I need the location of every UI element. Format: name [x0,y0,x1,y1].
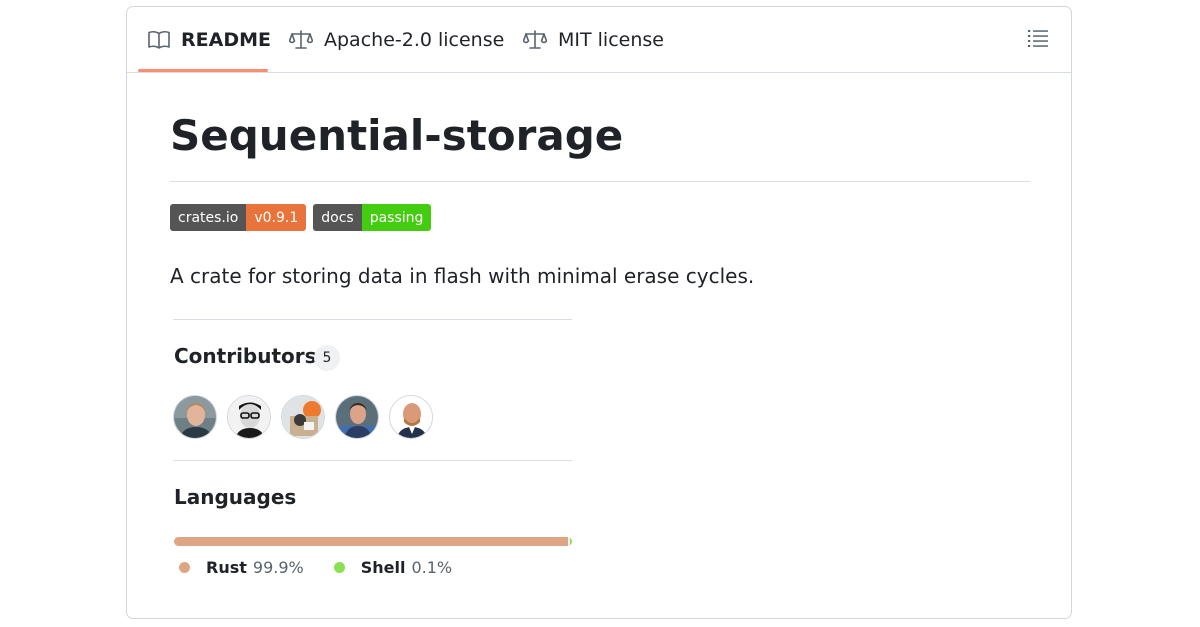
readme-tab-bar: README Apache-2.0 license MIT license [127,7,1071,73]
tab-apache-license-label: Apache-2.0 license [324,28,505,51]
badge-value: v0.9.1 [246,204,307,231]
language-item-shell[interactable]: Shell 0.1% [333,558,453,577]
contributors-heading[interactable]: Contributors [174,344,317,368]
avatar[interactable] [227,395,271,439]
languages-bar [174,537,572,546]
outline-menu-button[interactable] [1025,27,1051,53]
docs-badge[interactable]: docs passing [313,204,432,231]
tab-apache-license[interactable]: Apache-2.0 license [289,7,504,72]
language-color-dot [333,562,345,573]
readme-description: A crate for storing data in flash with m… [170,264,755,288]
badge-label: docs [313,204,362,231]
avatar[interactable] [335,395,379,439]
tab-readme[interactable]: README [148,7,271,72]
law-icon [289,29,313,51]
badge-value: passing [361,204,432,231]
crates-io-badge[interactable]: crates.io v0.9.1 [170,204,307,231]
language-name: Rust [206,558,247,577]
avatar[interactable] [173,395,217,439]
languages-divider [173,460,572,461]
avatar[interactable] [389,395,433,439]
languages-heading: Languages [174,485,297,509]
title-divider [170,181,1030,182]
language-bar-segment-shell [570,537,572,546]
selected-tab-underline [138,69,268,72]
language-percent: 0.1% [411,558,453,577]
list-unordered-icon [1028,29,1048,51]
repository-readme-card: README Apache-2.0 license MIT license Se… [126,6,1072,619]
tab-readme-label: README [181,28,271,51]
book-icon [148,30,170,50]
language-item-rust[interactable]: Rust 99.9% [179,558,304,577]
language-name: Shell [360,558,406,577]
readme-title: Sequential-storage [170,111,624,160]
tab-mit-license-label: MIT license [558,28,664,51]
languages-list: Rust 99.9% Shell 0.1% [179,558,482,577]
avatar[interactable] [281,395,325,439]
law-icon [523,29,547,51]
badge-label: crates.io [170,204,247,231]
language-percent: 99.9% [252,558,304,577]
language-bar-segment-rust [174,537,568,546]
contributors-count-badge: 5 [314,345,340,371]
tab-mit-license[interactable]: MIT license [523,7,664,72]
contributors-divider [173,319,572,320]
language-color-dot [179,562,190,573]
badge-row: crates.io v0.9.1 docs passing [170,204,438,231]
contributor-avatars [173,395,443,439]
